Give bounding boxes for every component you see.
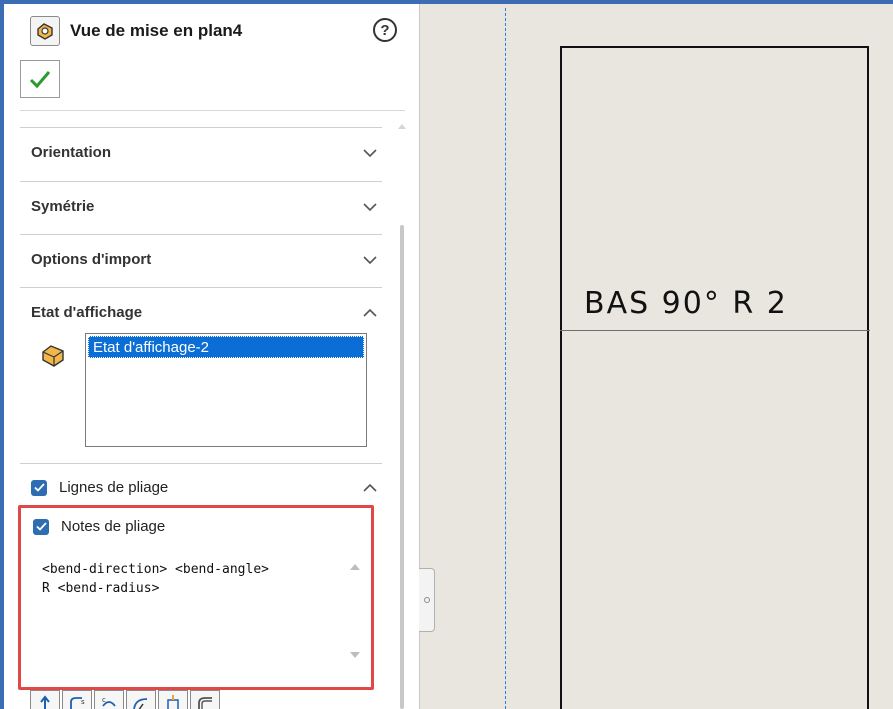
- bend-lines-label: Lignes de pliage: [59, 479, 169, 496]
- drawing-view-icon: [30, 16, 60, 46]
- display-state-icon: [42, 345, 64, 367]
- list-item-selected[interactable]: Etat d'affichage-2: [88, 336, 364, 358]
- chevron-down-icon[interactable]: [362, 145, 378, 161]
- bend-up-icon[interactable]: s: [62, 690, 92, 709]
- chevron-down-icon[interactable]: [362, 252, 378, 268]
- panel-header: Vue de mise en plan4: [30, 14, 242, 48]
- chevron-down-icon[interactable]: [362, 199, 378, 215]
- splitter-grip-icon: [423, 597, 430, 603]
- section-label: Options d'import: [31, 251, 152, 268]
- svg-text:c: c: [102, 696, 106, 704]
- section-import-options[interactable]: Options d'import: [20, 234, 382, 284]
- bend-notes-toolbar: s c: [30, 690, 220, 709]
- panel-scrollbar[interactable]: [400, 225, 404, 709]
- window-left-border: [0, 0, 4, 709]
- panel-title: Vue de mise en plan4: [70, 21, 243, 40]
- chevron-up-icon[interactable]: [362, 480, 378, 496]
- chevron-up-icon[interactable]: [362, 305, 378, 321]
- bend-angle-icon[interactable]: [126, 690, 156, 709]
- window-top-border: [0, 0, 893, 4]
- header-divider: [20, 110, 405, 111]
- display-state-list[interactable]: Etat d'affichage-2: [85, 333, 367, 447]
- bend-lines-checkbox[interactable]: [31, 479, 47, 496]
- section-symmetry[interactable]: Symétrie: [20, 181, 382, 231]
- help-icon[interactable]: ?: [373, 18, 397, 42]
- section-display-state[interactable]: Etat d'affichage: [20, 287, 382, 337]
- bend-line[interactable]: [560, 330, 870, 331]
- bend-direction-icon[interactable]: [30, 690, 60, 709]
- annotation-highlight-box: [18, 505, 374, 690]
- scroll-up-arrow-icon[interactable]: [396, 120, 408, 132]
- bend-curve-icon[interactable]: [190, 690, 220, 709]
- section-orientation[interactable]: Orientation: [20, 127, 382, 177]
- section-bend-lines[interactable]: Lignes de pliage: [20, 463, 382, 511]
- section-label: Orientation: [31, 144, 112, 161]
- bend-lines-checkbox-row[interactable]: Lignes de pliage: [20, 479, 168, 496]
- section-label: Etat d'affichage: [31, 304, 143, 321]
- bend-radius-icon[interactable]: [158, 690, 188, 709]
- ok-button[interactable]: [20, 60, 60, 98]
- panel-splitter-handle[interactable]: [419, 568, 435, 632]
- property-manager-panel: Vue de mise en plan4 ? Orientation Symét…: [0, 0, 420, 709]
- flat-pattern-outline[interactable]: [560, 46, 869, 709]
- bend-down-icon[interactable]: c: [94, 690, 124, 709]
- checkmark-icon: [29, 71, 51, 89]
- bend-note-label[interactable]: BAS 90° R 2: [584, 286, 788, 321]
- svg-text:s: s: [81, 698, 85, 706]
- view-boundary-dashed-line: [505, 8, 506, 709]
- section-label: Symétrie: [31, 198, 95, 215]
